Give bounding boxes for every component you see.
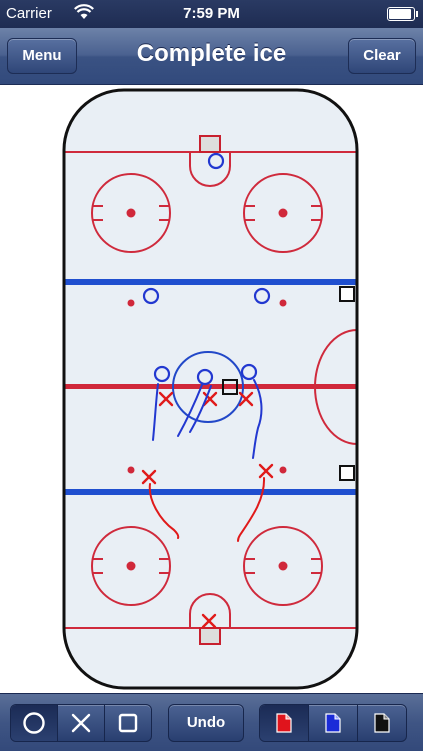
blue-pen-button[interactable] — [309, 705, 358, 741]
neutral-dot — [127, 299, 135, 307]
nav-bar: Menu Complete ice Clear — [0, 28, 423, 85]
circle-icon — [23, 712, 45, 734]
square-icon — [118, 713, 138, 733]
faceoff-dot — [278, 208, 288, 218]
clock: 7:59 PM — [183, 5, 240, 22]
clear-button[interactable]: Clear — [348, 38, 416, 74]
red-pen-button[interactable] — [260, 705, 309, 741]
status-bar: Carrier 7:59 PM — [0, 0, 423, 28]
neutral-dot — [279, 299, 287, 307]
black-document-icon — [374, 713, 390, 733]
color-selector — [259, 704, 407, 742]
x-tool-button[interactable] — [58, 705, 105, 741]
red-document-icon — [276, 713, 292, 733]
circle-tool-button[interactable] — [11, 705, 58, 741]
undo-button[interactable]: Undo — [168, 704, 244, 742]
top-blue-line — [64, 279, 357, 285]
bottom-goal-net — [199, 627, 221, 645]
rink-diagram[interactable] — [0, 85, 423, 693]
square-tool-button[interactable] — [105, 705, 151, 741]
neutral-dot — [127, 466, 135, 474]
drawing-canvas[interactable] — [0, 85, 423, 693]
neutral-dot — [279, 466, 287, 474]
faceoff-dot — [126, 208, 136, 218]
blue-document-icon — [325, 713, 341, 733]
faceoff-dot — [278, 561, 288, 571]
shape-selector — [10, 704, 152, 742]
top-goal-net — [199, 135, 221, 153]
bottom-blue-line — [64, 489, 357, 495]
square-marker — [339, 465, 355, 481]
faceoff-dot — [126, 561, 136, 571]
battery-icon — [387, 7, 418, 21]
square-marker — [339, 286, 355, 302]
black-pen-button[interactable] — [358, 705, 406, 741]
x-icon — [71, 713, 91, 733]
bottom-toolbar: Undo — [0, 693, 423, 751]
